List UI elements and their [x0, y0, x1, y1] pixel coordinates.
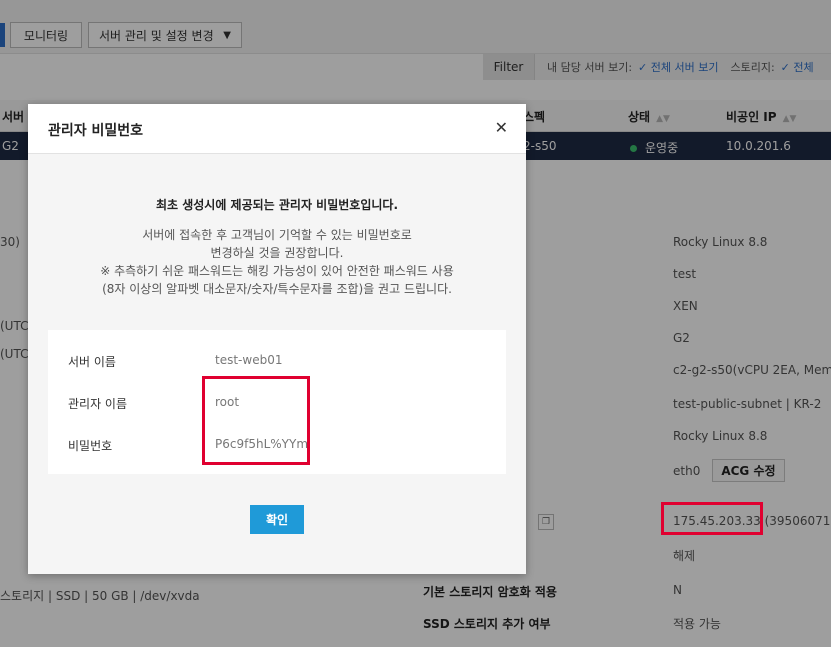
notice-line: (8자 이상의 알파벳 대소문자/숫자/특수문자를 조합)을 권고 드립니다. [102, 282, 452, 296]
password-label: 비밀번호 [68, 439, 113, 453]
notice-line: ※ 추측하기 쉬운 패스워드는 해킹 가능성이 있어 안전한 패스워드 사용 [100, 264, 454, 278]
server-name-label: 서버 이름 [68, 355, 116, 369]
server-name-value: test-web01 [215, 353, 283, 367]
notice-line: 서버에 접속한 후 고객님이 기억할 수 있는 비밀번호로 [142, 228, 412, 242]
admin-password-dialog: 관리자 비밀번호 ✕ 최초 생성시에 제공되는 관리자 비밀번호입니다. 서버에… [28, 104, 526, 574]
confirm-button[interactable]: 확인 [250, 505, 304, 534]
notice-line: 변경하실 것을 권장합니다. [210, 246, 344, 260]
dialog-title: 관리자 비밀번호 [48, 123, 144, 139]
notice-body: 서버에 접속한 후 고객님이 기억할 수 있는 비밀번호로 변경하실 것을 권장… [28, 226, 526, 298]
admin-name-label: 관리자 이름 [68, 397, 128, 411]
dialog-header: 관리자 비밀번호 ✕ [28, 104, 526, 154]
notice-title: 최초 생성시에 제공되는 관리자 비밀번호입니다. [155, 198, 399, 212]
highlight-box-public-ip [661, 502, 763, 535]
close-icon[interactable]: ✕ [495, 118, 508, 137]
highlight-box-credentials [202, 376, 310, 465]
